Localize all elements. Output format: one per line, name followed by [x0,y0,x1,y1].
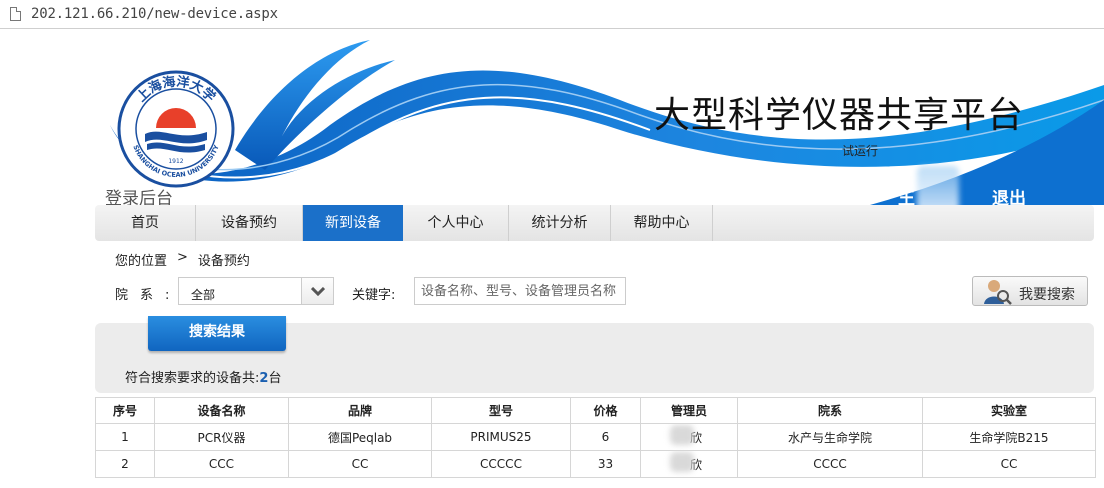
table-header-row: 序号 设备名称 品牌 型号 价格 管理员 院系 实验室 [95,397,1096,424]
keyword-input[interactable] [414,277,626,305]
cell-index: 1 [95,423,155,451]
nav-tab-personal-center[interactable]: 个人中心 [403,205,509,241]
chevron-down-icon [311,287,325,296]
backend-login-link[interactable]: 登录后台 [105,184,173,205]
page-icon [10,7,21,21]
header-banner: 1912 上海海洋大学 SHANGHAI OCEAN UNIVERSITY 大型… [0,30,1104,205]
table-row[interactable]: 1 PCR仪器 德国Peqlab PRIMUS25 6 欣 水产与生命学院 生命… [95,423,1096,451]
cell-device-name[interactable]: PCR仪器 [154,423,289,451]
nav-tab-new-devices[interactable]: 新到设备 [303,205,403,241]
breadcrumb-prefix: 您的位置 [115,254,168,269]
cell-model: PRIMUS25 [431,423,571,451]
site-title: 大型科学仪器共享平台 [654,95,1025,136]
redacted-name-blur [917,166,959,205]
cell-brand: 德国Peqlab [288,423,432,451]
cell-price: 6 [570,423,641,451]
user-name: 王 [898,189,915,205]
cell-model: CCCCC [431,450,571,478]
dept-select-value: 全部 [191,288,216,302]
cell-lab: CC [922,450,1096,478]
cell-department: 水产与生命学院 [737,423,923,451]
manager-name: 欣 [676,456,702,473]
col-header-device-name: 设备名称 [154,397,289,424]
device-table: 序号 设备名称 品牌 型号 价格 管理员 院系 实验室 1 PCR仪器 德国Pe… [95,397,1096,478]
result-count: 符合搜索要求的设备共:2台 [125,367,281,386]
col-header-price: 价格 [570,397,641,424]
manager-name: 欣 [676,429,702,446]
result-count-suffix: 台 [268,371,282,386]
col-header-department: 院系 [737,397,923,424]
cell-brand: CC [288,450,432,478]
cell-device-name[interactable]: CCC [154,450,289,478]
breadcrumb: 您的位置 > 设备预约 [115,250,250,269]
keyword-label: 关键字: [352,288,396,303]
nav-tab-home[interactable]: 首页 [95,205,196,241]
nav-tab-device-booking[interactable]: 设备预约 [196,205,303,241]
search-button-label: 我要搜索 [1019,287,1075,303]
nav-tab-statistics[interactable]: 统计分析 [509,205,611,241]
cell-index: 2 [95,450,155,478]
col-header-brand: 品牌 [288,397,432,424]
cell-lab: 生命学院B215 [922,423,1096,451]
search-button[interactable]: 我要搜索 [972,276,1088,306]
breadcrumb-separator: > [177,250,188,265]
result-count-prefix: 符合搜索要求的设备共: [125,371,260,386]
url-text[interactable]: 202.121.66.210/new-device.aspx [31,6,278,22]
table-row[interactable]: 2 CCC CC CCCCC 33 欣 CCCC CC [95,450,1096,478]
dept-select[interactable]: 全部 [178,277,334,305]
cell-manager: 欣 [640,450,738,478]
search-results-tab[interactable]: 搜索结果 [148,316,286,351]
cell-manager: 欣 [640,423,738,451]
col-header-model: 型号 [431,397,571,424]
nav-tab-help[interactable]: 帮助中心 [611,205,713,241]
col-header-lab: 实验室 [922,397,1096,424]
breadcrumb-current[interactable]: 设备预约 [198,250,250,269]
page: 202.121.66.210/new-device.aspx 1912 上海海洋… [0,0,1104,488]
dept-label: 院系: [115,288,182,303]
col-header-index: 序号 [95,397,155,424]
col-header-manager: 管理员 [640,397,738,424]
logout-link[interactable]: 退出 [992,184,1026,205]
logo-year: 1912 [168,158,183,165]
university-logo: 1912 上海海洋大学 SHANGHAI OCEAN UNIVERSITY [117,70,235,188]
cell-department: CCCC [737,450,923,478]
address-bar[interactable]: 202.121.66.210/new-device.aspx [0,0,1104,29]
dept-select-toggle[interactable] [301,278,333,304]
user-search-icon [984,280,1012,305]
main-nav: 首页 设备预约 新到设备 个人中心 统计分析 帮助中心 [95,205,1094,241]
site-subtitle: 试运行 [842,144,879,158]
cell-price: 33 [570,450,641,478]
